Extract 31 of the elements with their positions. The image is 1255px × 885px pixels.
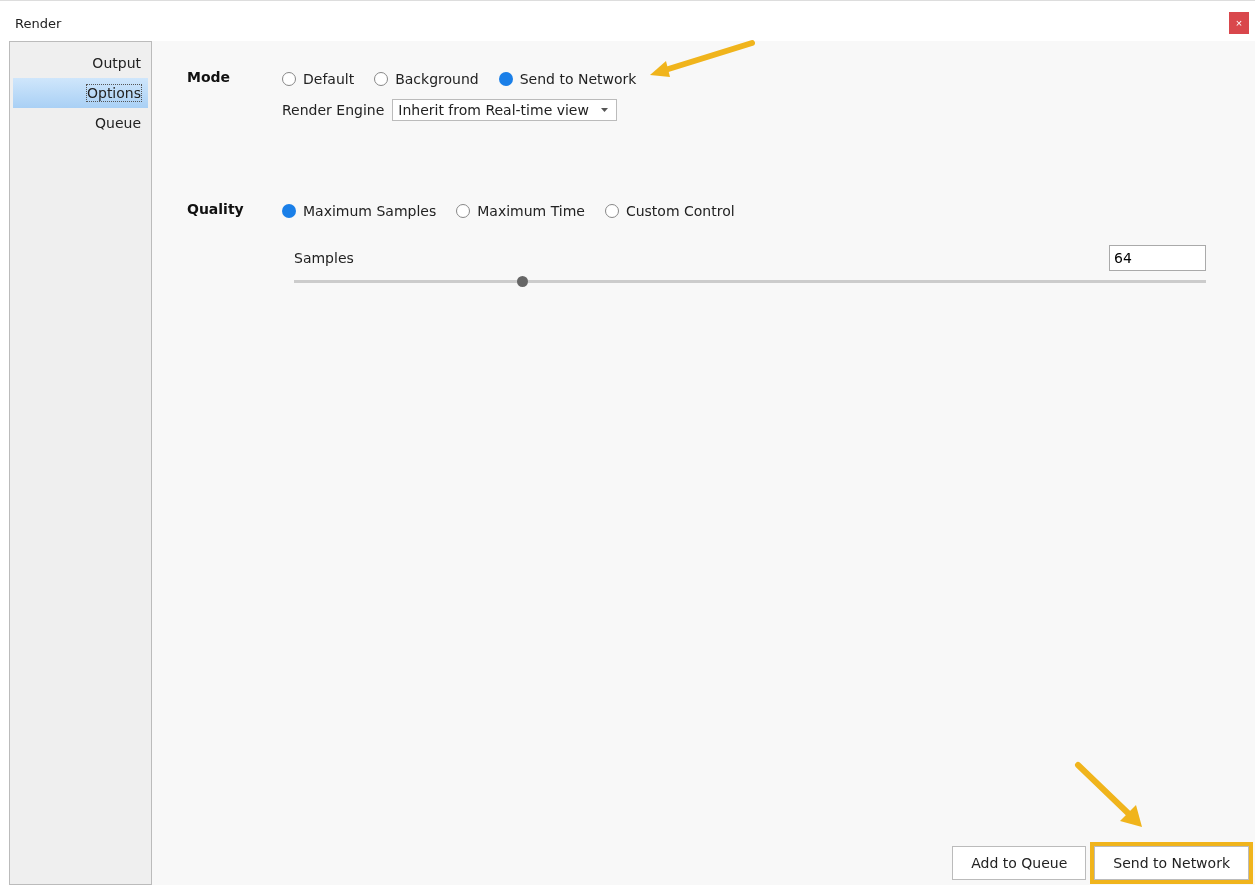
radio-icon[interactable]: [498, 72, 513, 86]
radio-icon[interactable]: [282, 204, 296, 218]
section-label: Mode: [187, 68, 232, 87]
radio-label: Custom Control: [625, 203, 735, 219]
sidebar-item[interactable]: Queue: [13, 108, 148, 138]
caret-icon: [600, 108, 608, 112]
close-button[interactable]: ×: [1229, 12, 1249, 34]
action-button[interactable]: Add to Queue: [952, 846, 1087, 880]
sidebar-item[interactable]: Output: [13, 48, 148, 78]
radio-option[interactable]: Default: [282, 71, 355, 87]
radio-icon[interactable]: [374, 72, 389, 86]
slider-thumb[interactable]: [517, 276, 528, 287]
radio-option[interactable]: Background: [374, 71, 479, 87]
samples-field[interactable]: 64: [1109, 245, 1206, 271]
engine-dropdown[interactable]: Inherit from Real-time view: [392, 99, 617, 121]
radio-label: Default: [303, 71, 355, 87]
radio-option[interactable]: Custom Control: [604, 203, 735, 219]
sidebar-item[interactable]: Options: [13, 78, 148, 108]
radio-option[interactable]: Maximum Time: [456, 203, 585, 219]
radio-label: Maximum Time: [477, 203, 585, 219]
field-label: Render Engine: [282, 102, 385, 118]
window-title: Render: [15, 15, 62, 31]
radio-label: Send to Network: [519, 71, 637, 87]
radio-icon[interactable]: [456, 204, 471, 218]
radio-icon[interactable]: [604, 204, 619, 218]
arrow-icon: [648, 39, 758, 79]
radio-option[interactable]: Send to Network: [498, 71, 637, 87]
radio-label: Background: [395, 71, 479, 87]
radio-icon[interactable]: [282, 72, 296, 86]
section-label: Quality: [187, 200, 245, 219]
field-label: Samples: [294, 250, 354, 266]
